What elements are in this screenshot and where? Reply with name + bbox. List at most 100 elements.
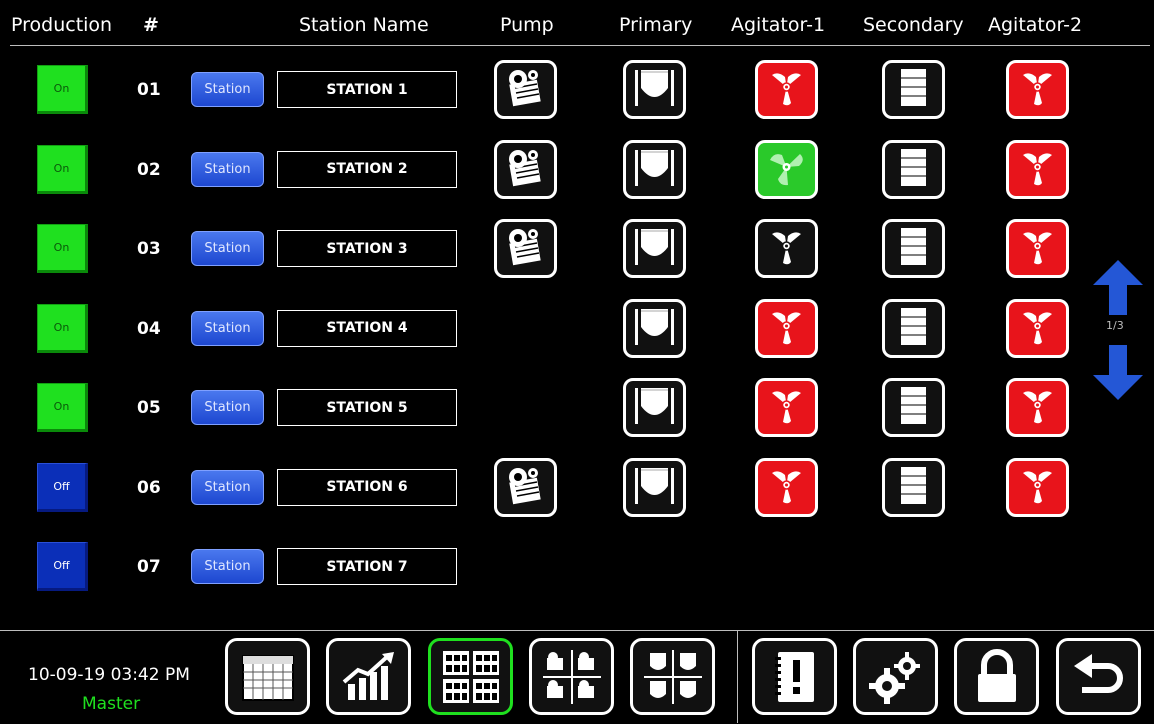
pump-button[interactable]	[494, 219, 557, 278]
agitator-fan-icon	[764, 305, 809, 352]
col-primary: Primary	[619, 14, 693, 36]
pump-button[interactable]	[494, 60, 557, 119]
station-grid-icon	[442, 650, 499, 703]
arrow-down-icon	[1093, 345, 1143, 400]
pump-overview-button[interactable]	[529, 638, 614, 715]
back-button[interactable]	[1056, 638, 1141, 715]
station-name-field[interactable]: STATION 6	[277, 468, 457, 506]
drum-icon	[891, 464, 936, 511]
agitator-2-button[interactable]	[1006, 139, 1069, 199]
agitator-fan-icon	[1015, 464, 1060, 511]
pump-grid-icon	[542, 649, 601, 704]
production-toggle-button[interactable]: On	[37, 65, 88, 114]
tank-icon	[632, 464, 677, 511]
station-number: 05	[137, 398, 161, 418]
agitator-fan-icon	[764, 225, 809, 272]
agitator-1-button[interactable]	[755, 219, 818, 278]
agitator-fan-icon	[764, 66, 809, 113]
production-toggle-button[interactable]: On	[37, 144, 88, 194]
page-down-button[interactable]	[1093, 345, 1143, 404]
station-number: 07	[137, 557, 161, 577]
agitator-fan-icon	[764, 464, 809, 511]
drum-icon	[891, 225, 936, 272]
station-button[interactable]: Station	[191, 72, 264, 107]
calendar-button[interactable]	[225, 638, 310, 715]
secondary-drum-button[interactable]	[882, 60, 945, 119]
page-up-button[interactable]	[1093, 260, 1143, 319]
pump-button[interactable]	[494, 139, 557, 199]
station-name-field[interactable]: STATION 2	[277, 150, 457, 188]
station-button[interactable]: Station	[191, 151, 264, 187]
settings-button[interactable]	[853, 638, 938, 715]
col-number: #	[143, 14, 159, 36]
station-number: 02	[137, 159, 161, 180]
table-row: On 01 Station STATION 1	[0, 58, 1154, 138]
production-toggle-button[interactable]: On	[37, 383, 88, 432]
tank-icon	[632, 66, 677, 113]
primary-tank-button[interactable]	[623, 139, 686, 199]
secondary-drum-button[interactable]	[882, 219, 945, 278]
secondary-drum-button[interactable]	[882, 378, 945, 437]
tank-icon	[632, 384, 677, 431]
primary-tank-button[interactable]	[623, 298, 686, 358]
pump-icon	[503, 66, 548, 113]
drum-icon	[891, 66, 936, 113]
station-number: 03	[137, 239, 161, 259]
agitator-1-button[interactable]	[755, 457, 818, 517]
agitator-2-button[interactable]	[1006, 60, 1069, 119]
trend-button[interactable]	[326, 638, 411, 715]
table-row: On 05 Station STATION 5	[0, 376, 1154, 456]
secondary-drum-button[interactable]	[882, 298, 945, 358]
agitator-1-button[interactable]	[755, 378, 818, 437]
lock-button[interactable]	[954, 638, 1039, 715]
agitator-1-button[interactable]	[755, 139, 818, 199]
agitator-2-button[interactable]	[1006, 219, 1069, 278]
agitator-fan-icon	[1015, 225, 1060, 272]
station-button[interactable]: Station	[191, 310, 264, 346]
station-button[interactable]: Station	[191, 231, 264, 266]
agitator-2-button[interactable]	[1006, 457, 1069, 517]
tank-overview-button[interactable]	[630, 638, 715, 715]
station-name-field[interactable]: STATION 1	[277, 71, 457, 108]
agitator-1-button[interactable]	[755, 60, 818, 119]
table-row: On 04 Station STATION 4	[0, 297, 1154, 377]
production-toggle-button[interactable]: Off	[37, 542, 88, 591]
agitator-fan-icon	[764, 384, 809, 431]
station-button[interactable]: Station	[191, 469, 264, 505]
col-agitator-1: Agitator-1	[731, 14, 826, 36]
agitator-2-button[interactable]	[1006, 298, 1069, 358]
station-number: 01	[137, 80, 161, 100]
station-button[interactable]: Station	[191, 390, 264, 425]
station-name-field[interactable]: STATION 4	[277, 309, 457, 347]
calendar-icon	[241, 654, 294, 701]
primary-tank-button[interactable]	[623, 378, 686, 437]
pump-icon	[503, 464, 548, 511]
secondary-drum-button[interactable]	[882, 139, 945, 199]
agitator-1-button[interactable]	[755, 298, 818, 358]
station-name-field[interactable]: STATION 5	[277, 389, 457, 426]
col-secondary: Secondary	[863, 14, 964, 36]
station-overview-button[interactable]	[428, 638, 513, 715]
table-row: On 03 Station STATION 3	[0, 217, 1154, 297]
table-row: Off 07 Station STATION 7	[0, 535, 1154, 615]
production-toggle-button[interactable]: Off	[37, 462, 88, 512]
station-name-field[interactable]: STATION 3	[277, 230, 457, 267]
station-name-field[interactable]: STATION 7	[277, 548, 457, 585]
drum-icon	[891, 305, 936, 352]
table-header: Production # Station Name Pump Primary A…	[0, 0, 1154, 46]
page-indicator: 1/3	[1106, 319, 1124, 332]
station-button[interactable]: Station	[191, 549, 264, 584]
agitator-2-button[interactable]	[1006, 378, 1069, 437]
trend-chart-icon	[342, 651, 394, 700]
pump-button[interactable]	[494, 457, 557, 517]
station-number: 04	[137, 318, 161, 339]
tank-icon	[632, 225, 677, 272]
production-toggle-button[interactable]: On	[37, 224, 88, 273]
table-row: Off 06 Station STATION 6	[0, 456, 1154, 536]
production-toggle-button[interactable]: On	[37, 303, 88, 353]
primary-tank-button[interactable]	[623, 60, 686, 119]
alarm-log-button[interactable]	[752, 638, 837, 715]
secondary-drum-button[interactable]	[882, 457, 945, 517]
primary-tank-button[interactable]	[623, 457, 686, 517]
primary-tank-button[interactable]	[623, 219, 686, 278]
